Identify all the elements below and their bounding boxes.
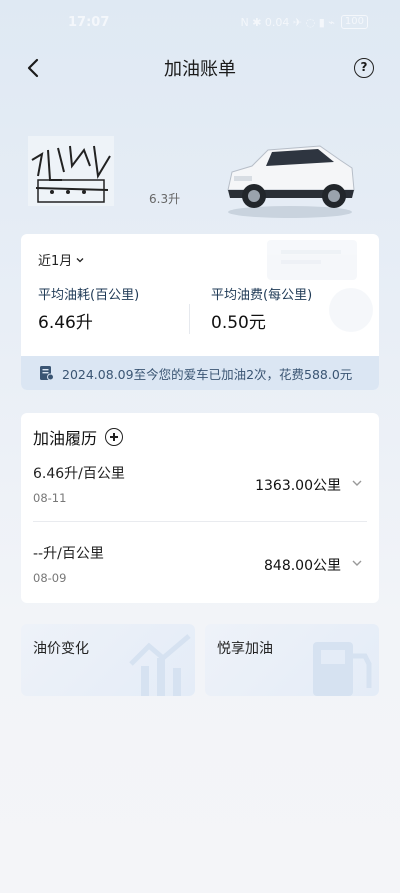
- avg-cost-label: 平均油费(每公里): [211, 288, 313, 303]
- status-indicators: N ✱ 0.04 ✈ ◌ ▮ ⌁ 100: [240, 15, 368, 29]
- fuel-stats-card: 近1月 平均油耗(百公里) 6.46升 平均油费(每公里) 0.50元 2024…: [21, 234, 379, 390]
- refuel-summary-strip: 2024.08.09至今您的爱车已加油2次，花费588.0元: [21, 356, 379, 390]
- fuel-pump-icon: [313, 642, 372, 696]
- status-bar: 17:07 N ✱ 0.04 ✈ ◌ ▮ ⌁ 100: [0, 0, 400, 44]
- car-image: [227, 145, 355, 218]
- stats-divider: [189, 304, 190, 334]
- period-selector[interactable]: 近1月: [38, 250, 85, 269]
- oil-price-change-label: 油价变化: [33, 641, 89, 657]
- back-arrow-icon[interactable]: [22, 56, 46, 80]
- period-label: 近1月: [38, 254, 73, 269]
- enjoy-refuel-tile[interactable]: 悦享加油: [205, 624, 379, 696]
- enjoy-refuel-label: 悦享加油: [217, 641, 273, 657]
- refuel-summary-text: 2024.08.09至今您的爱车已加油2次，花费588.0元: [62, 366, 353, 382]
- row-divider: [33, 521, 367, 522]
- chevron-down-icon[interactable]: [351, 557, 363, 569]
- history-header: 加油履历: [33, 425, 124, 449]
- avg-consumption-label: 平均油耗(百公里): [38, 288, 140, 303]
- avg-consumption-value: 6.46升: [38, 313, 93, 333]
- battery-icon: 100: [340, 15, 368, 29]
- refuel-history-card: 加油履历 6.46升/百公里 08-11 1363.00公里 --升/百公里 0…: [21, 413, 379, 603]
- page-title: 加油账单: [164, 59, 236, 80]
- history-distance: 848.00公里: [264, 558, 341, 574]
- history-distance: 1363.00公里: [255, 478, 341, 494]
- top-nav: 加油账单 ?: [0, 44, 400, 92]
- status-time: 17:07: [68, 14, 110, 30]
- handwriting-image: [28, 136, 114, 206]
- avg-cost-value: 0.50元: [211, 313, 266, 333]
- oil-price-change-tile[interactable]: 油价变化: [21, 624, 195, 696]
- hero-fuel-amount: 6.3升: [149, 192, 181, 206]
- status-icons: N ✱ 0.04 ✈ ◌ ▮ ⌁: [240, 15, 335, 29]
- history-title: 加油履历: [33, 429, 98, 448]
- history-date: 08-09: [33, 571, 67, 585]
- history-row[interactable]: --升/百公里 08-09 848.00公里: [33, 543, 367, 603]
- add-record-icon[interactable]: [105, 428, 124, 446]
- history-rate: --升/百公里: [33, 546, 104, 562]
- chart-trend-icon: [129, 634, 191, 696]
- hero-banner: 6.3升: [0, 120, 400, 230]
- history-row[interactable]: 6.46升/百公里 08-11 1363.00公里: [33, 463, 367, 523]
- help-icon[interactable]: ?: [354, 58, 374, 78]
- chevron-down-icon: [76, 257, 84, 262]
- history-date: 08-11: [33, 491, 67, 505]
- chevron-down-icon[interactable]: [351, 477, 363, 489]
- history-rate: 6.46升/百公里: [33, 466, 125, 482]
- receipt-icon: [40, 366, 54, 381]
